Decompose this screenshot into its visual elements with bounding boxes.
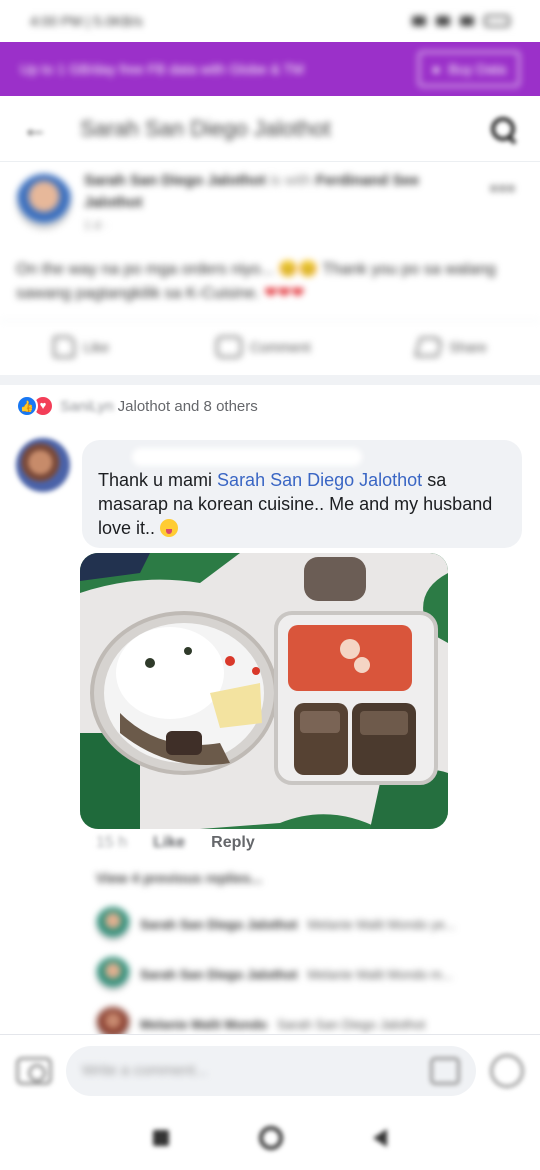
more-icon[interactable]: ••• (490, 176, 516, 202)
post: Sarah San Diego Jalothot is with Ferdina… (0, 162, 540, 375)
camera-icon[interactable] (16, 1056, 52, 1085)
buy-data-label: Buy Data (448, 61, 506, 77)
like-button[interactable]: Like (53, 335, 110, 358)
comment-lead: Thank u mami (98, 470, 218, 490)
gif-icon[interactable] (430, 1056, 460, 1085)
like-icon (53, 335, 76, 358)
share-button[interactable]: Share (414, 336, 487, 357)
battery-icon (484, 15, 510, 27)
reply-avatar (96, 907, 130, 941)
post-author-name[interactable]: Sarah San Diego Jalothot (84, 172, 266, 189)
comment-bubble[interactable]: Thank u mami Sarah San Diego Jalothot sa… (82, 440, 522, 548)
comment-composer: Write a comment... (0, 1034, 540, 1106)
status-time: 4:00 PM | 5.0KB/s (30, 13, 143, 29)
reactions-rest: Jalothot and 8 others (117, 397, 258, 415)
bluetooth-icon (412, 16, 426, 26)
comment-input[interactable]: Write a comment... (66, 1045, 476, 1096)
post-meta: 1 d · (84, 218, 109, 232)
comment-footer: 15 h Like Reply (96, 834, 255, 856)
home-icon[interactable] (259, 1126, 283, 1150)
comment-label: Comment (249, 338, 311, 355)
status-icons (412, 15, 510, 27)
reply-text: Sarah San Diego Jalothot (277, 1016, 426, 1032)
post-hearts: ❤❤❤ (264, 285, 305, 302)
reply-author: Melanie Malit Mondo (140, 1016, 268, 1032)
post-actions: Like Comment Share (0, 320, 540, 372)
post-author-line[interactable]: Sarah San Diego Jalothot is with Ferdina… (84, 170, 464, 214)
buy-data-button[interactable]: ● Buy Data (417, 51, 520, 87)
comment-reply-button[interactable]: Reply (211, 834, 255, 856)
signal-icon (436, 16, 450, 26)
reply-avatar (96, 957, 130, 991)
like-label: Like (83, 338, 110, 355)
commenter-avatar[interactable] (16, 438, 70, 492)
comment-input-placeholder: Write a comment... (82, 1062, 208, 1079)
recents-icon[interactable] (153, 1130, 169, 1146)
post-with-text: is with (269, 172, 312, 189)
search-icon[interactable] (488, 114, 518, 144)
sticker-icon[interactable] (490, 1053, 524, 1088)
reply-item[interactable]: Sarah San Diego Jalothot Melanie Malit M… (96, 904, 526, 944)
comment-photo[interactable] (80, 553, 448, 829)
comment-time: 15 h (96, 834, 128, 851)
reply-author: Sarah San Diego Jalothot (140, 916, 298, 932)
reactions-summary[interactable]: 👍 ♥ SaniLyn Jalothot and 8 others (16, 394, 258, 418)
post-text: On the way na po mga orders niyo... 😊😊 T… (16, 258, 526, 306)
reply-text: Melanie Malit Mondo ye... (307, 916, 456, 932)
share-label: Share (449, 338, 487, 355)
app-header: ← Sarah San Diego Jalothot (0, 96, 540, 162)
comment-icon (215, 335, 242, 358)
share-icon (414, 336, 444, 357)
promo-icon: ● (431, 61, 441, 77)
status-bar: 4:00 PM | 5.0KB/s (0, 0, 540, 42)
system-nav-bar (0, 1106, 540, 1170)
page-title: Sarah San Diego Jalothot (80, 115, 331, 141)
reply-text: Melanie Malit Mondo m... (307, 966, 453, 982)
signal-2-icon (460, 16, 474, 26)
food-photo-illustration (80, 553, 448, 829)
comment-button[interactable]: Comment (215, 335, 311, 358)
commenter-name-redacted (132, 448, 362, 466)
post-text-body: On the way na po mga orders niyo... 😊😊 T… (16, 261, 496, 302)
reactions-first-name: SaniLyn (60, 397, 114, 415)
view-previous-replies[interactable]: View 4 previous replies... (96, 870, 262, 886)
reply-item[interactable]: Sarah San Diego Jalothot Melanie Malit M… (96, 954, 526, 994)
back-arrow-icon[interactable]: ← (22, 113, 52, 144)
reply-author: Sarah San Diego Jalothot (140, 966, 298, 982)
post-author-avatar[interactable] (16, 174, 72, 230)
promo-banner: Up to 1 GB/day free FB data with Globe &… (0, 42, 540, 96)
section-divider (0, 375, 540, 385)
tongue-emoji-icon (160, 519, 179, 537)
like-reaction-icon: 👍 (16, 395, 38, 417)
comment-like-button[interactable]: Like (153, 834, 185, 856)
promo-text: Up to 1 GB/day free FB data with Globe &… (20, 61, 304, 77)
back-icon[interactable] (373, 1129, 387, 1147)
comment-mention[interactable]: Sarah San Diego Jalothot (217, 470, 422, 490)
